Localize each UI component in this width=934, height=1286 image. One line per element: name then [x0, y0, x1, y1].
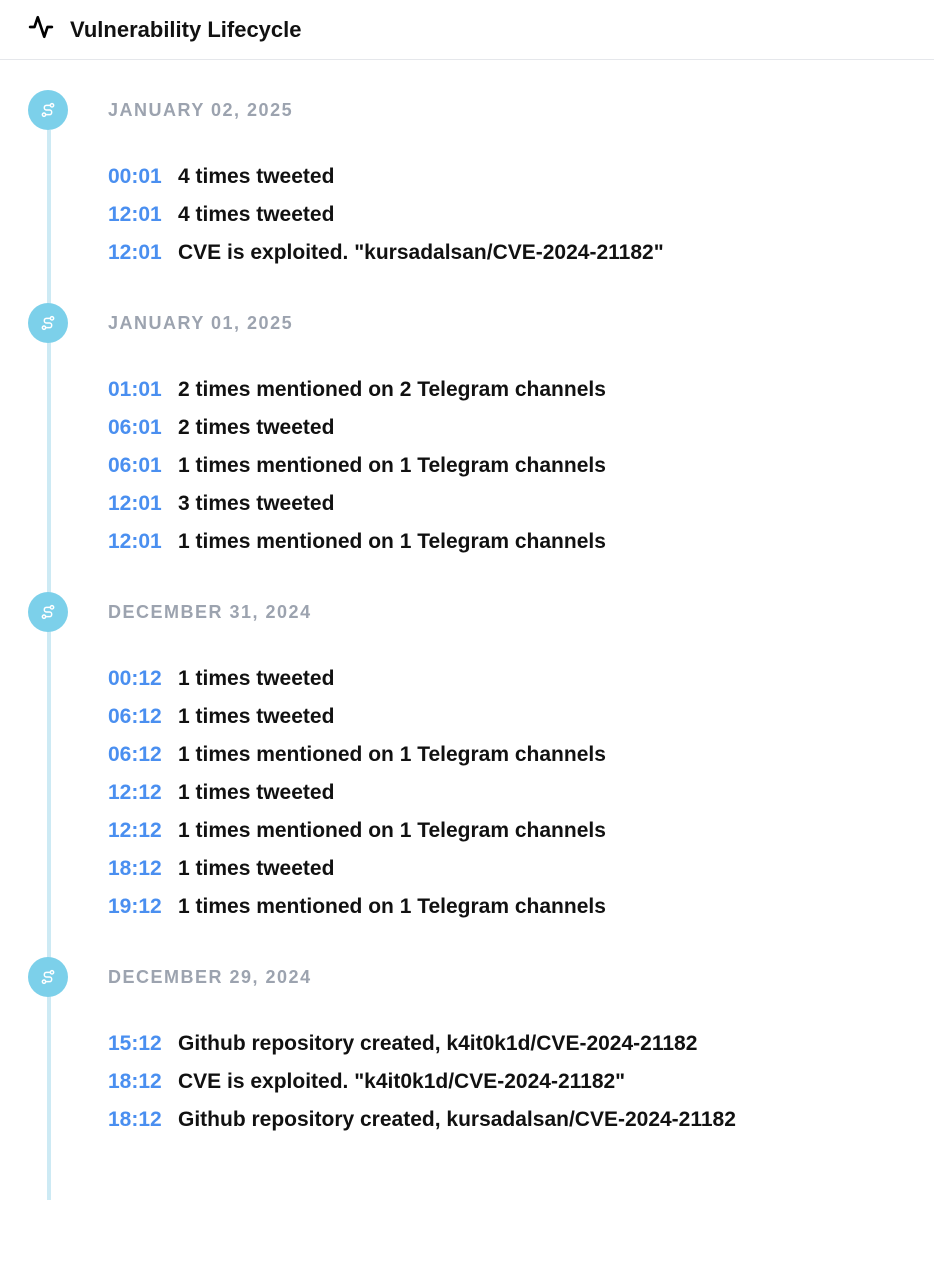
event-description: 1 times tweeted: [178, 667, 334, 691]
timeline-event: 18:12 CVE is exploited. "k4it0k1d/CVE-202…: [108, 1070, 906, 1094]
event-time: 01:01: [108, 378, 164, 402]
timeline-event: 18:12 Github repository created, kursadal…: [108, 1108, 906, 1132]
event-time: 18:12: [108, 857, 164, 881]
header: Vulnerability Lifecycle: [0, 0, 934, 60]
event-description: 4 times tweeted: [178, 203, 334, 227]
timeline-event: 12:12 1 times tweeted: [108, 781, 906, 805]
event-time: 00:01: [108, 165, 164, 189]
timeline-events: 00:01 4 times tweeted 12:01 4 times tweeted…: [108, 165, 906, 265]
event-description: Github repository created, k4it0k1d/CVE-…: [178, 1032, 697, 1056]
event-time: 12:01: [108, 203, 164, 227]
event-description: 1 times mentioned on 1 Telegram channels: [178, 530, 606, 554]
event-description: 4 times tweeted: [178, 165, 334, 189]
timeline-event: 12:01 4 times tweeted: [108, 203, 906, 227]
event-time: 12:12: [108, 781, 164, 805]
timeline-events: 15:12 Github repository created, k4it0k1d…: [108, 1032, 906, 1132]
event-time: 06:12: [108, 705, 164, 729]
event-description: 1 times tweeted: [178, 781, 334, 805]
timeline-events: 01:01 2 times mentioned on 2 Telegram cha…: [108, 378, 906, 554]
event-description: 1 times mentioned on 1 Telegram channels: [178, 743, 606, 767]
route-icon: [28, 957, 68, 997]
event-description: 1 times mentioned on 1 Telegram channels: [178, 454, 606, 478]
timeline-event: 06:12 1 times tweeted: [108, 705, 906, 729]
event-description: 1 times tweeted: [178, 857, 334, 881]
event-time: 12:01: [108, 530, 164, 554]
timeline-event: 18:12 1 times tweeted: [108, 857, 906, 881]
route-icon: [28, 592, 68, 632]
event-time: 12:12: [108, 819, 164, 843]
event-description: 1 times mentioned on 1 Telegram channels: [178, 819, 606, 843]
timeline-event: 01:01 2 times mentioned on 2 Telegram cha…: [108, 378, 906, 402]
event-time: 06:01: [108, 454, 164, 478]
timeline-date: JANUARY 01, 2025: [108, 313, 906, 334]
timeline-event: 00:01 4 times tweeted: [108, 165, 906, 189]
event-time: 00:12: [108, 667, 164, 691]
timeline-date: DECEMBER 31, 2024: [108, 602, 906, 623]
timeline-event: 00:12 1 times tweeted: [108, 667, 906, 691]
timeline-group: JANUARY 02, 202500:014 times tweeted12:0…: [28, 100, 906, 265]
event-description: CVE is exploited. "kursadalsan/CVE-2024-…: [178, 241, 664, 265]
event-description: 3 times tweeted: [178, 492, 334, 516]
event-description: 2 times mentioned on 2 Telegram channels: [178, 378, 606, 402]
timeline-group: JANUARY 01, 2025 01:01 2 times mentioned o…: [28, 313, 906, 554]
event-description: 1 times tweeted: [178, 705, 334, 729]
route-icon: [28, 303, 68, 343]
timeline-event: 12:01 3 times tweeted: [108, 492, 906, 516]
event-time: 18:12: [108, 1070, 164, 1094]
timeline-event: 06:01 2 times tweeted: [108, 416, 906, 440]
timeline-event: 12:01 1 times mentioned on 1 Telegram cha…: [108, 530, 906, 554]
event-description: 2 times tweeted: [178, 416, 334, 440]
event-time: 15:12: [108, 1032, 164, 1056]
event-description: 1 times mentioned on 1 Telegram channels: [178, 895, 606, 919]
event-time: 12:01: [108, 241, 164, 265]
route-icon: [28, 90, 68, 130]
timeline-event: 15:12 Github repository created, k4it0k1d…: [108, 1032, 906, 1056]
timeline-date: DECEMBER 29, 2024: [108, 967, 906, 988]
timeline-event: 12:01 CVE is exploited. "kursadalsan/CVE-…: [108, 241, 906, 265]
timeline: JANUARY 02, 202500:014 times tweeted12:0…: [0, 60, 934, 1200]
event-description: CVE is exploited. "k4it0k1d/CVE-2024-211…: [178, 1070, 625, 1094]
timeline-group: DECEMBER 29, 2024 15:12 Github repository …: [28, 967, 906, 1132]
event-time: 19:12: [108, 895, 164, 919]
event-time: 06:12: [108, 743, 164, 767]
timeline-event: 12:12 1 times mentioned on 1 Telegram cha…: [108, 819, 906, 843]
timeline-event: 19:12 1 times mentioned on 1 Telegram cha…: [108, 895, 906, 919]
timeline-event: 06:01 1 times mentioned on 1 Telegram cha…: [108, 454, 906, 478]
timeline-event: 06:12 1 times mentioned on 1 Telegram cha…: [108, 743, 906, 767]
event-time: 06:01: [108, 416, 164, 440]
event-description: Github repository created, kursadalsan/C…: [178, 1108, 736, 1132]
page-title: Vulnerability Lifecycle: [70, 17, 302, 43]
activity-icon: [28, 14, 54, 45]
timeline-date: JANUARY 02, 2025: [108, 100, 906, 121]
timeline-events: 00:12 1 times tweeted 06:12 1 times tweeted…: [108, 667, 906, 919]
event-time: 18:12: [108, 1108, 164, 1132]
timeline-group: DECEMBER 31, 202400:121 times tweeted06:…: [28, 602, 906, 919]
event-time: 12:01: [108, 492, 164, 516]
